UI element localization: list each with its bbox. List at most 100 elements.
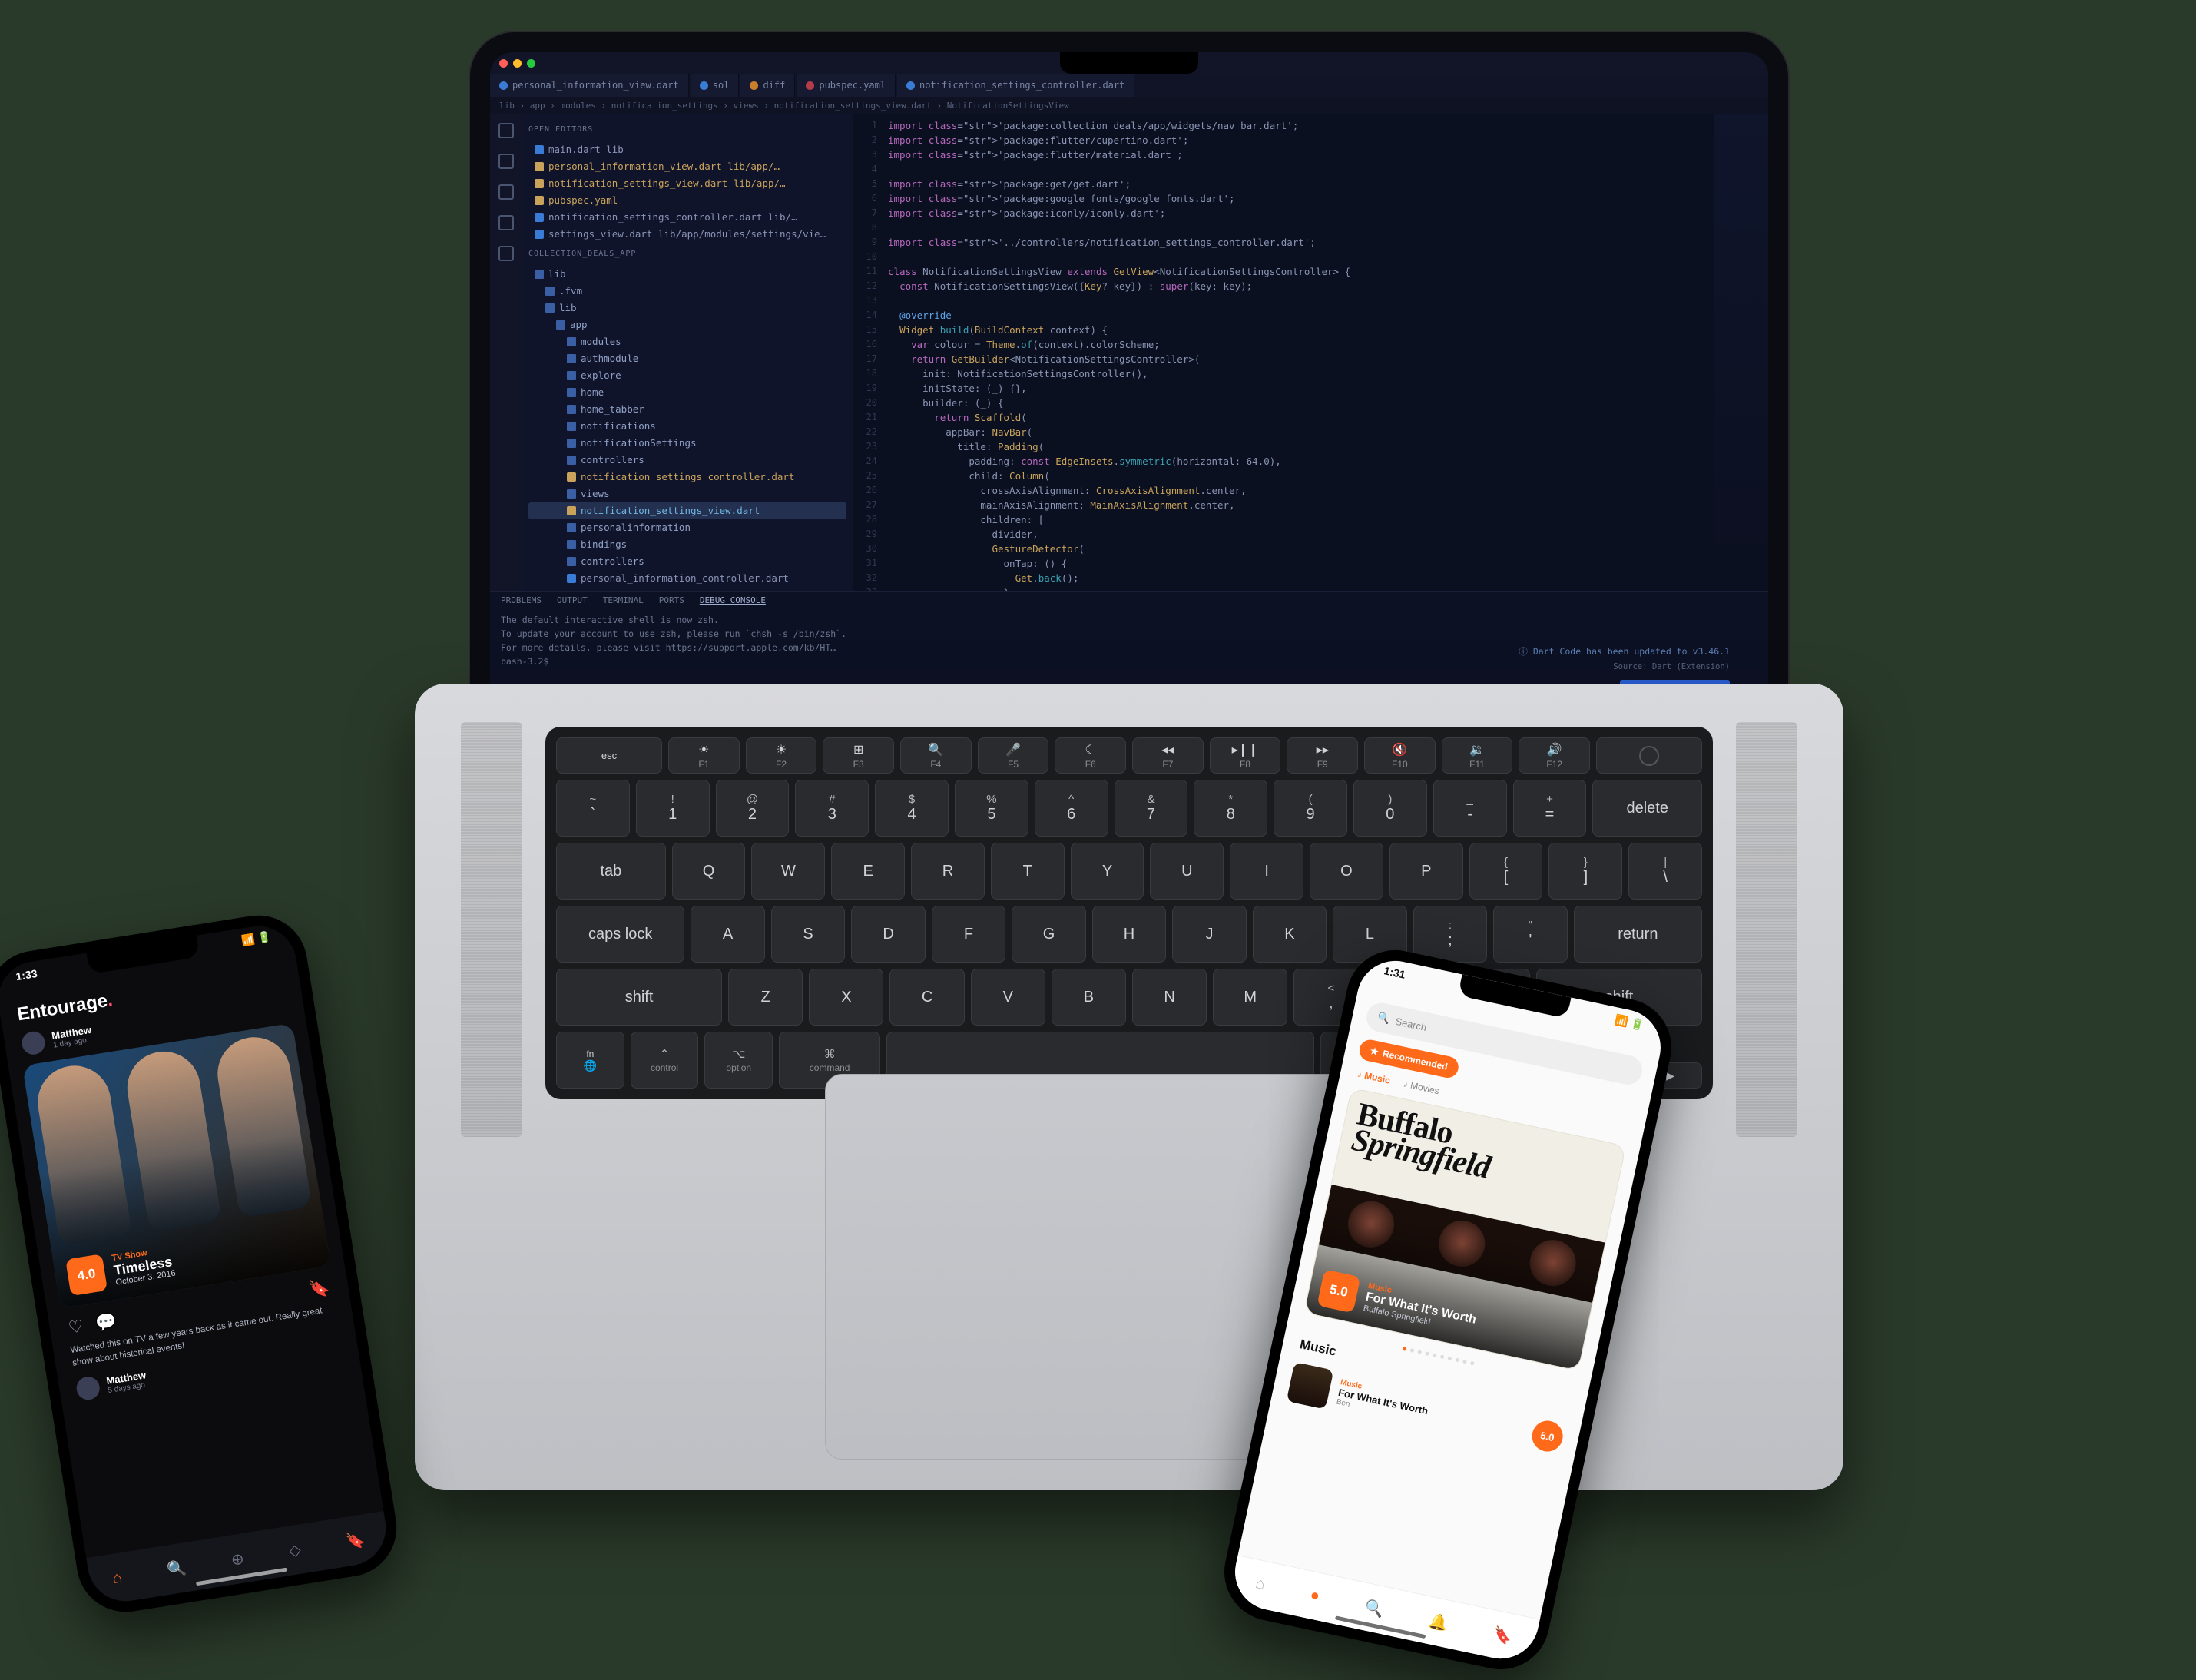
key[interactable]: _- bbox=[1433, 780, 1507, 837]
tree-folder[interactable]: views bbox=[528, 485, 846, 502]
key[interactable]: fn🌐 bbox=[556, 1032, 624, 1089]
hero-card[interactable]: Buffalo Springfield 5.0 Music For What I… bbox=[1303, 1088, 1626, 1372]
key[interactable]: tab bbox=[556, 843, 666, 900]
key[interactable]: {[ bbox=[1469, 843, 1543, 900]
key[interactable]: F bbox=[932, 906, 1005, 963]
comment-icon[interactable]: 💬 bbox=[94, 1311, 118, 1334]
tab-add[interactable]: ⊕ bbox=[230, 1549, 245, 1569]
chip-music[interactable]: Music bbox=[1356, 1069, 1391, 1086]
key[interactable]: }] bbox=[1548, 843, 1622, 900]
key[interactable]: %5 bbox=[955, 780, 1028, 837]
key[interactable]: S bbox=[771, 906, 845, 963]
code-area[interactable]: import class="str">'package:collection_d… bbox=[883, 114, 1714, 591]
tree-folder[interactable]: app bbox=[528, 316, 846, 333]
tree-folder[interactable]: controllers bbox=[528, 553, 846, 570]
key[interactable]: 🔊F12 bbox=[1519, 737, 1590, 774]
key[interactable]: delete bbox=[1592, 780, 1702, 837]
tree-folder[interactable]: notifications bbox=[528, 418, 846, 435]
tree-folder[interactable]: explore bbox=[528, 367, 846, 384]
key[interactable]: G bbox=[1012, 906, 1085, 963]
panel-tab[interactable]: OUTPUT bbox=[557, 595, 588, 605]
key[interactable]: 🔍F4 bbox=[900, 737, 972, 774]
tab-search[interactable]: 🔍 bbox=[1363, 1597, 1386, 1620]
open-editor-item[interactable]: notification_settings_view.dart lib/app/… bbox=[528, 175, 846, 192]
key[interactable]: V bbox=[971, 969, 1045, 1026]
key[interactable]: |\ bbox=[1628, 843, 1702, 900]
key[interactable]: ⌘command bbox=[779, 1032, 880, 1089]
key[interactable]: shift bbox=[556, 969, 722, 1026]
open-editor-item[interactable]: pubspec.yaml bbox=[528, 192, 846, 209]
key[interactable]: Q bbox=[672, 843, 746, 900]
key[interactable]: #3 bbox=[795, 780, 869, 837]
avatar[interactable] bbox=[75, 1375, 101, 1401]
breadcrumb[interactable]: lib › app › modules › notification_setti… bbox=[490, 97, 1768, 114]
key[interactable]: ⌃control bbox=[631, 1032, 699, 1089]
chip-movies[interactable]: Movies bbox=[1403, 1079, 1440, 1097]
editor-tab[interactable]: diff bbox=[740, 74, 795, 97]
tab-saved[interactable]: 🔖 bbox=[1492, 1625, 1515, 1648]
search-icon[interactable] bbox=[498, 154, 514, 169]
key[interactable]: @2 bbox=[716, 780, 790, 837]
key[interactable]: R bbox=[911, 843, 985, 900]
key[interactable]: :; bbox=[1413, 906, 1487, 963]
like-icon[interactable]: ♡ bbox=[67, 1316, 85, 1338]
panel-tab[interactable]: TERMINAL bbox=[603, 595, 644, 605]
tree-folder[interactable]: home bbox=[528, 384, 846, 401]
key[interactable]: return bbox=[1574, 906, 1702, 963]
debug-icon[interactable] bbox=[498, 215, 514, 230]
key[interactable]: += bbox=[1513, 780, 1587, 837]
tree-folder[interactable]: lib bbox=[528, 300, 846, 316]
open-editor-item[interactable]: notification_settings_controller.dart li… bbox=[528, 209, 846, 226]
tree-folder[interactable]: notificationSettings bbox=[528, 435, 846, 452]
key[interactable]: M bbox=[1213, 969, 1287, 1026]
avatar[interactable] bbox=[20, 1030, 46, 1056]
open-editor-item[interactable]: settings_view.dart lib/app/modules/setti… bbox=[528, 226, 846, 243]
fullscreen-icon[interactable] bbox=[527, 59, 535, 68]
key[interactable]: 🎤F5 bbox=[978, 737, 1049, 774]
key[interactable]: ~` bbox=[556, 780, 630, 837]
tree-file[interactable]: notification_settings_controller.dart bbox=[528, 469, 846, 485]
code-editor[interactable]: 1234567891011121314151617181920212223242… bbox=[853, 114, 1768, 591]
key[interactable]: T bbox=[991, 843, 1065, 900]
key[interactable]: (9 bbox=[1274, 780, 1347, 837]
key[interactable]: $4 bbox=[875, 780, 949, 837]
key[interactable]: E bbox=[831, 843, 905, 900]
key[interactable]: I bbox=[1230, 843, 1303, 900]
source-control-icon[interactable] bbox=[498, 184, 514, 200]
editor-tab[interactable]: notification_settings_controller.dart bbox=[897, 74, 1134, 97]
open-editor-item[interactable]: personal_information_view.dart lib/app/… bbox=[528, 158, 846, 175]
key[interactable]: O bbox=[1310, 843, 1383, 900]
tree-folder[interactable]: .fvm bbox=[528, 283, 846, 300]
open-editor-item[interactable]: main.dart lib bbox=[528, 141, 846, 158]
key[interactable]: ◂◂F7 bbox=[1132, 737, 1204, 774]
key[interactable]: ☾F6 bbox=[1055, 737, 1126, 774]
tree-folder[interactable]: home_tabber bbox=[528, 401, 846, 418]
panel-tab[interactable]: PORTS bbox=[659, 595, 684, 605]
tree-folder[interactable]: controllers bbox=[528, 452, 846, 469]
tab-home[interactable]: ⌂ bbox=[1254, 1575, 1267, 1594]
key[interactable]: 🔉F11 bbox=[1442, 737, 1513, 774]
tree-folder[interactable]: authmodule bbox=[528, 350, 846, 367]
panel-tab[interactable]: PROBLEMS bbox=[501, 595, 542, 605]
minimize-icon[interactable] bbox=[513, 59, 522, 68]
key[interactable]: ⌥option bbox=[704, 1032, 773, 1089]
key[interactable]: C bbox=[889, 969, 964, 1026]
panel-tab[interactable]: DEBUG CONSOLE bbox=[700, 595, 766, 605]
key[interactable]: Z bbox=[728, 969, 803, 1026]
key[interactable]: &7 bbox=[1115, 780, 1188, 837]
tree-folder[interactable]: modules bbox=[528, 333, 846, 350]
tab-home[interactable]: ⌂ bbox=[111, 1569, 124, 1588]
key[interactable]: ▸❙❙F8 bbox=[1210, 737, 1281, 774]
tree-folder[interactable]: personalinformation bbox=[528, 519, 846, 536]
open-editors-header[interactable]: OPEN EDITORS bbox=[528, 121, 846, 138]
editor-tab[interactable]: pubspec.yaml bbox=[797, 74, 896, 97]
post-card[interactable]: 4.0 TV Show Timeless October 3, 2016 bbox=[22, 1023, 331, 1309]
key[interactable]: P bbox=[1389, 843, 1463, 900]
key[interactable]: W bbox=[751, 843, 825, 900]
tree-folder[interactable]: lib bbox=[528, 266, 846, 283]
key[interactable]: D bbox=[851, 906, 925, 963]
key[interactable]: !1 bbox=[636, 780, 710, 837]
tree-file[interactable]: personal_information_controller.dart bbox=[528, 570, 846, 587]
key[interactable]: Y bbox=[1071, 843, 1144, 900]
tab-alerts[interactable]: 🔔 bbox=[1427, 1611, 1450, 1634]
